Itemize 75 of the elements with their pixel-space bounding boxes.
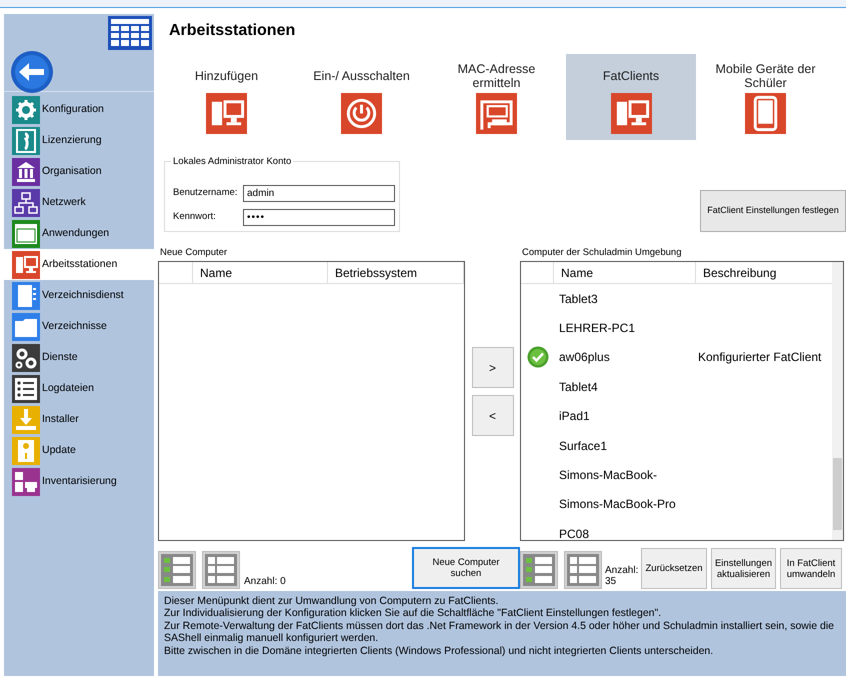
description-text: Bitte zwischen in die Domäne integrierten Clients (Windows Professional) und nicht integrierten Clients unterscheiden. — [164, 644, 714, 658]
sidebar-item[interactable]: Arbeitsstationen — [4, 249, 154, 280]
sidebar-item[interactable]: Konfiguration — [4, 94, 154, 125]
table-cell[interactable]: LEHRER-PC1 — [554, 319, 696, 338]
tile-button[interactable]: FatClients — [566, 54, 696, 140]
gear-icon — [12, 96, 40, 124]
tablet-icon — [745, 93, 786, 134]
download-icon — [12, 406, 40, 434]
calendar-grid-icon[interactable] — [108, 16, 152, 50]
back-button[interactable] — [10, 50, 54, 94]
field-label: Benutzername: — [173, 186, 238, 200]
count-label: Anzahl: 0 — [244, 576, 286, 587]
tile-button[interactable]: Hinzufügen — [159, 54, 294, 140]
table-cell[interactable]: Simons-MacBook- — [554, 466, 696, 484]
sidebar-item[interactable]: Installer — [4, 404, 154, 435]
description-text: Dieser Menüpunkt dient zur Umwandlung von Computern zu FatClients. — [164, 595, 500, 608]
column-header[interactable]: Name — [554, 262, 696, 283]
update-icon — [12, 436, 40, 464]
sidebar-item[interactable]: Verzeichnisse — [4, 311, 154, 342]
sidebar-item[interactable]: Inventarisierung — [4, 466, 154, 497]
computer-icon — [12, 250, 40, 278]
gears-icon — [12, 344, 40, 372]
page-title: Arbeitsstationen — [168, 21, 296, 41]
list-label: Computer der Schuladmin Umgebung — [521, 246, 682, 260]
action-button[interactable]: Zurücksetzen — [641, 548, 707, 589]
building-icon — [12, 158, 40, 186]
table-cell[interactable]: Surface1 — [554, 436, 696, 455]
tile-button[interactable]: Ein-/ Ausschalten — [294, 54, 429, 140]
computer-icon — [610, 93, 652, 134]
sidebar-item[interactable]: Anwendungen — [4, 218, 154, 249]
sidebar-item[interactable]: Update — [4, 435, 154, 466]
input-field[interactable]: admin — [243, 184, 395, 202]
input-field[interactable]: •••• — [243, 208, 395, 226]
column-header[interactable]: Betriebssystem — [328, 262, 464, 283]
description-text: Zur Remote-Verwaltung der FatClients müssen dort das .Net Framework in der Version 4.5 oder höher und Schuladmin installiert sein, sowie die SAShell einmalig manuell konfiguriert werden. — [164, 620, 835, 645]
table-cell[interactable]: aw06plus — [554, 348, 696, 366]
list-label: Neue Computer — [159, 246, 228, 260]
field-label: Kennwort: — [173, 210, 217, 224]
table-cell[interactable]: Tablet3 — [554, 290, 696, 308]
book-icon — [12, 282, 40, 310]
table-cell-text: Konfigurierter FatClient — [697, 349, 822, 366]
action-button[interactable]: Einstellungen aktualisieren — [711, 548, 776, 589]
table-cell[interactable]: Tablet4 — [554, 378, 696, 396]
network-icon — [12, 188, 40, 216]
sidebar-item[interactable]: Lizenzierung — [4, 125, 154, 156]
count-label: Anzahl: 35 — [605, 565, 640, 587]
action-button[interactable]: In FatClient umwandeln — [780, 548, 842, 589]
computer-icon — [206, 93, 247, 134]
check-list-button[interactable] — [158, 551, 196, 589]
folder-icon — [12, 312, 40, 340]
table-cell[interactable]: Simons-MacBook-Pro — [554, 495, 696, 514]
description-text: Zur Individualisierung der Konfiguration klicken Sie auf die Schaltfläche "FatClient Einstellungen festlegen". — [164, 607, 662, 620]
check-list-button[interactable] — [520, 551, 558, 589]
arrow-button[interactable]: < — [472, 395, 514, 436]
tile-button[interactable]: Mobile Geräte der Schüler — [698, 54, 833, 140]
license-icon — [12, 126, 40, 154]
sidebar-item[interactable]: Verzeichnisdienst — [4, 280, 154, 311]
table-cell[interactable]: iPad1 — [554, 407, 696, 426]
sidebar-item[interactable]: Logdateien — [4, 373, 154, 404]
tile-button[interactable]: MAC-Adresse ermitteln — [429, 54, 564, 140]
sidebar-item[interactable]: Dienste — [4, 342, 154, 373]
table-cell[interactable]: PC08 — [554, 524, 696, 540]
power-icon — [341, 93, 382, 134]
window-icon — [12, 220, 40, 248]
list-icon — [12, 374, 40, 402]
search-button[interactable]: Neue Computer suchen — [412, 547, 520, 589]
inventory-icon — [12, 468, 40, 496]
arrow-button[interactable]: > — [472, 347, 514, 388]
sidebar-item[interactable]: Netzwerk — [4, 187, 154, 218]
settings-button[interactable]: FatClient Einstellungen festlegen — [700, 190, 846, 232]
sidebar-item[interactable]: Organisation — [4, 156, 154, 187]
column-header[interactable]: Name — [193, 262, 328, 283]
list-button[interactable] — [564, 551, 602, 589]
list-button[interactable] — [202, 551, 240, 589]
network-card-icon — [476, 93, 517, 134]
